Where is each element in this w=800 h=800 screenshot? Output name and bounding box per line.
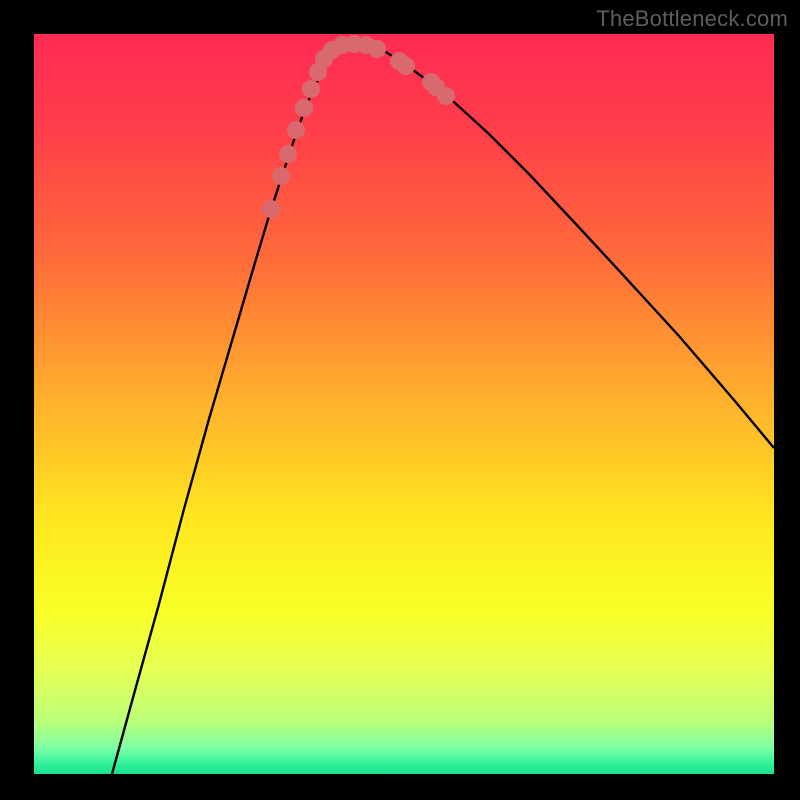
curve-marker xyxy=(262,200,280,218)
curve-marker xyxy=(272,167,290,185)
marker-group xyxy=(262,35,455,218)
curve-marker xyxy=(295,99,313,117)
curve-marker xyxy=(302,80,320,98)
chart-stage: TheBottleneck.com xyxy=(0,0,800,800)
curve-marker xyxy=(437,87,455,105)
curve-marker xyxy=(279,145,297,163)
curve-marker xyxy=(287,121,305,139)
bottleneck-curve xyxy=(112,44,774,774)
curve-marker xyxy=(368,40,386,58)
curve-layer xyxy=(34,34,774,774)
curve-marker xyxy=(397,57,415,75)
watermark-text: TheBottleneck.com xyxy=(596,6,788,32)
plot-area xyxy=(34,34,774,774)
